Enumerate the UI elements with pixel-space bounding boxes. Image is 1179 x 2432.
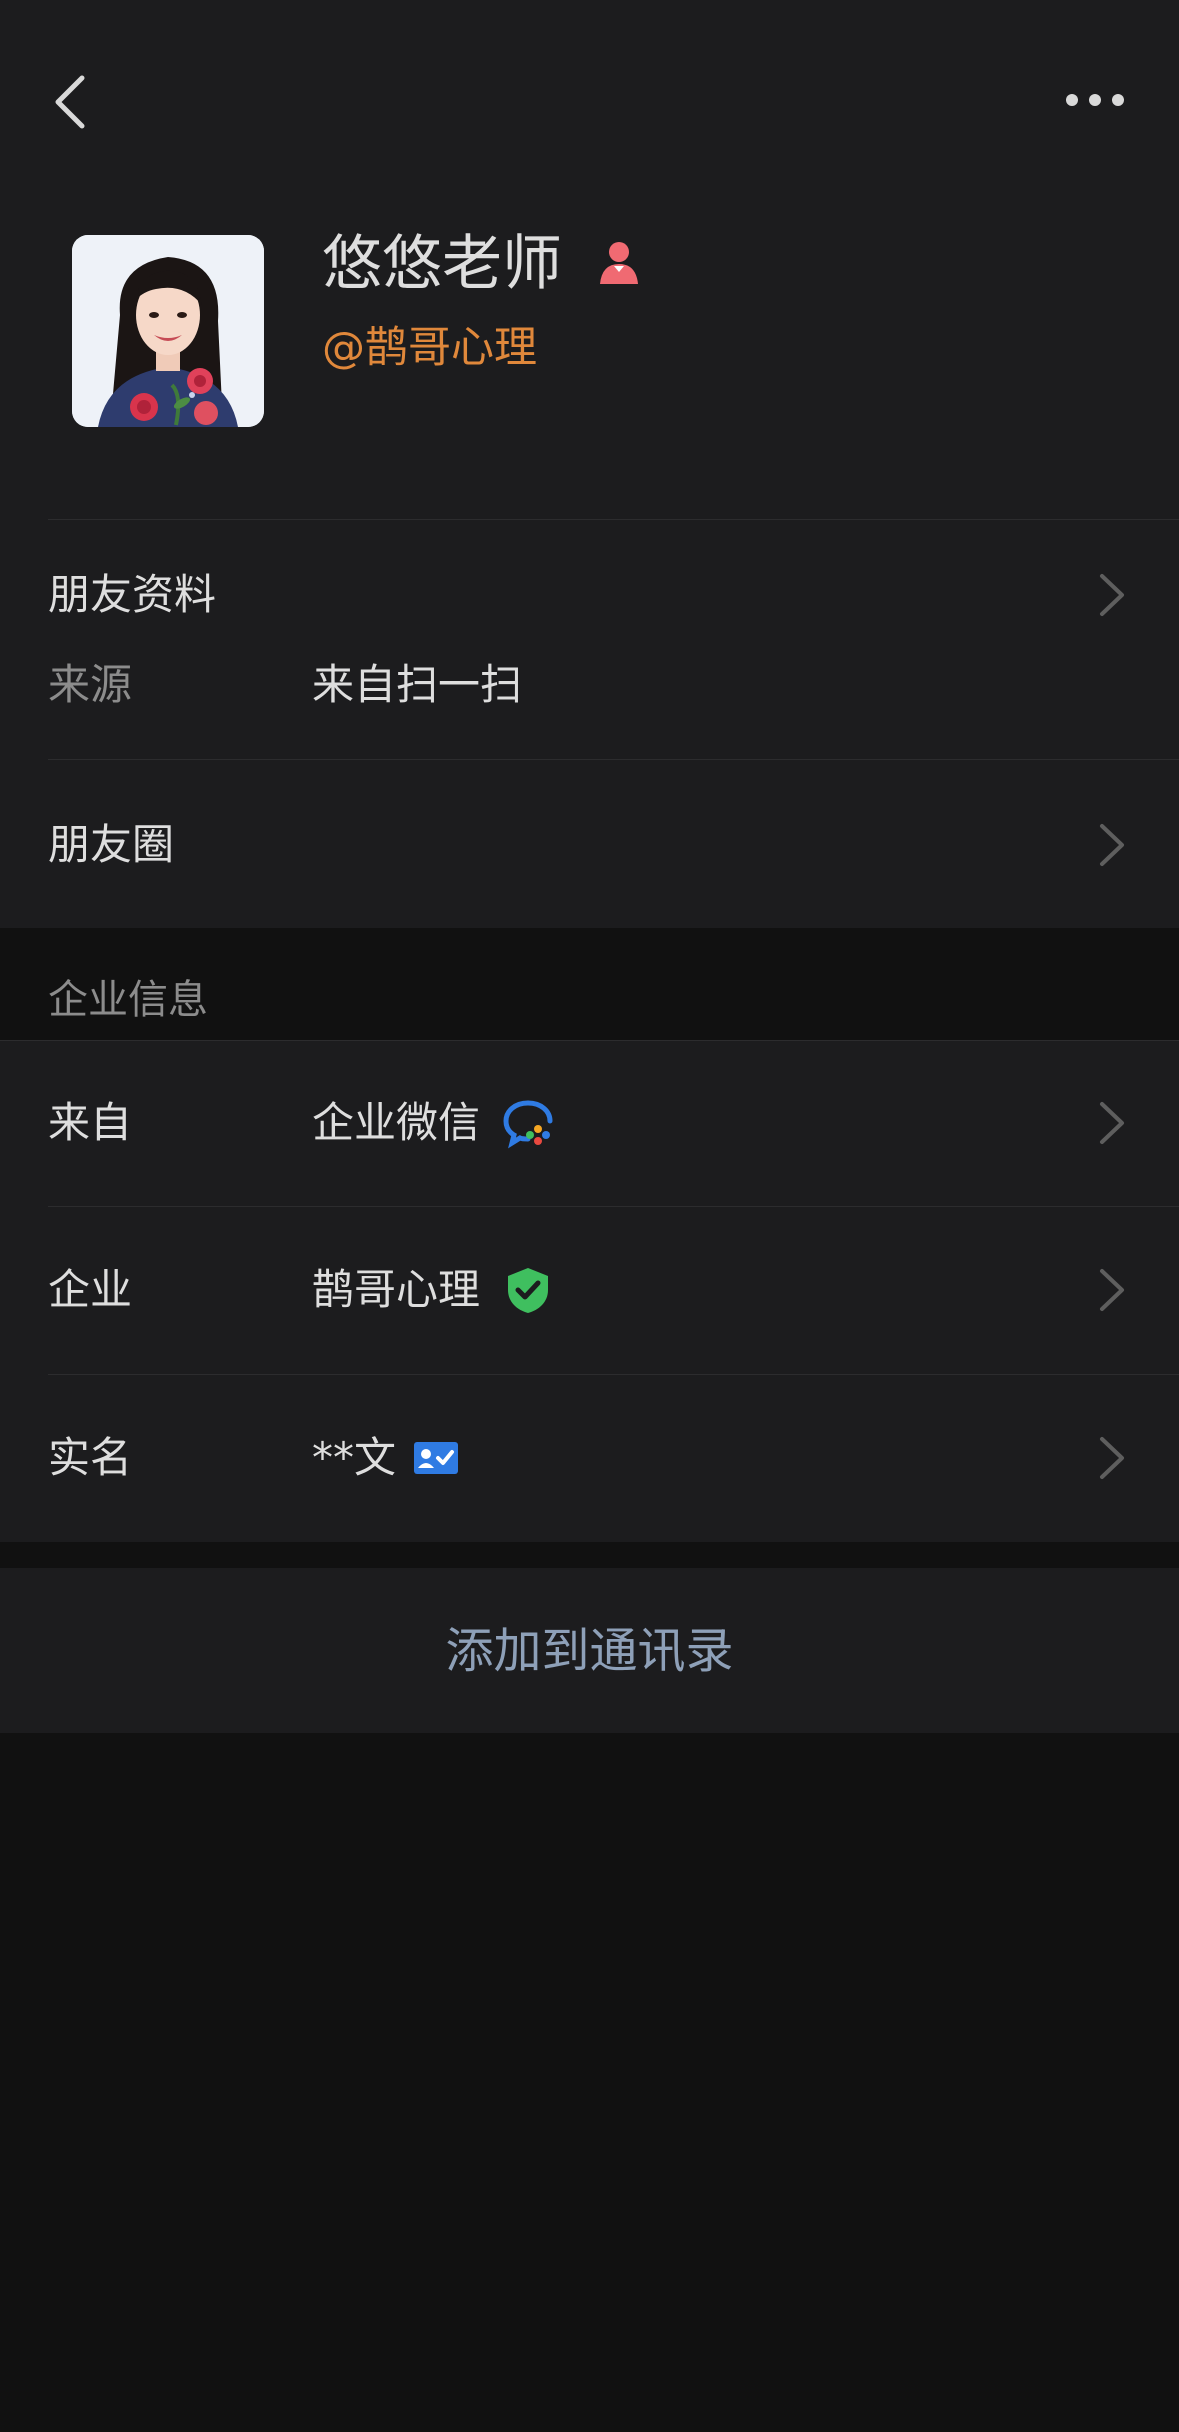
more-options-button[interactable] — [1050, 70, 1140, 130]
female-person-icon — [600, 242, 638, 284]
add-to-contacts-button[interactable]: 添加到通讯录 — [0, 1568, 1179, 1733]
corp-tag[interactable]: @鹊哥心理 — [322, 318, 537, 378]
wecom-logo-icon — [503, 1100, 553, 1149]
realname-value: **文 — [312, 1433, 397, 1482]
company-value: 鹊哥心理 — [312, 1265, 481, 1314]
friend-info-title: 朋友资料 — [48, 570, 217, 619]
chevron-right-icon — [1100, 1269, 1124, 1311]
source-label: 来源 — [48, 660, 133, 709]
moments-row[interactable]: 朋友圈 — [0, 760, 1179, 928]
source-value: 来自扫一扫 — [312, 660, 523, 709]
enterprise-section-header: 企业信息 — [48, 977, 208, 1023]
profile-header: 悠悠老师 @鹊哥心理 — [0, 0, 1179, 520]
company-label: 企业 — [48, 1265, 133, 1314]
moments-title: 朋友圈 — [48, 820, 175, 869]
company-row[interactable]: 企业 鹊哥心理 — [0, 1207, 1179, 1375]
from-value: 企业微信 — [312, 1098, 481, 1147]
from-row[interactable]: 来自 企业微信 — [0, 1040, 1179, 1207]
id-card-verified-icon — [414, 1442, 458, 1474]
more-dots-icon — [1066, 94, 1124, 106]
realname-label: 实名 — [48, 1433, 133, 1482]
verified-shield-icon — [508, 1268, 548, 1313]
chevron-right-icon — [1100, 824, 1124, 866]
avatar-photo — [72, 235, 264, 427]
realname-row[interactable]: 实名 **文 — [0, 1375, 1179, 1542]
from-label: 来自 — [48, 1098, 133, 1147]
chevron-right-icon — [1100, 1102, 1124, 1144]
avatar[interactable] — [72, 235, 264, 427]
profile-screen: 悠悠老师 @鹊哥心理 朋友资料 来源 来自扫一扫 朋友圈 企业信息 来自 企业微… — [0, 0, 1179, 2432]
chevron-right-icon — [1100, 1437, 1124, 1479]
display-name: 悠悠老师 — [322, 229, 562, 299]
chevron-right-icon — [1100, 574, 1124, 616]
chevron-left-icon — [55, 75, 85, 129]
friend-info-row[interactable]: 朋友资料 来源 来自扫一扫 — [0, 520, 1179, 760]
add-to-contacts-label: 添加到通讯录 — [445, 1622, 734, 1679]
enterprise-info: 来自 企业微信 企业 鹊哥心理 实名 **文 — [0, 1040, 1179, 1542]
back-button[interactable] — [40, 62, 100, 142]
